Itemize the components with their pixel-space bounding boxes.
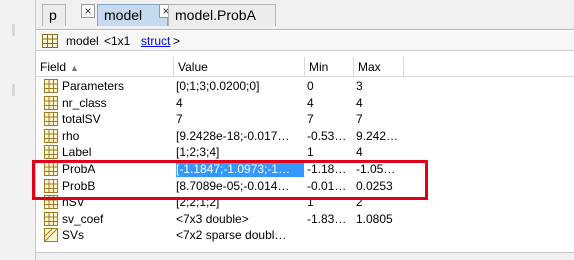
- table-row[interactable]: Label [1;2;3;4] 1 4: [36, 144, 574, 160]
- struct-grid-icon: [42, 34, 58, 48]
- scroll-marker: [12, 84, 15, 96]
- field-max: 9.242…: [356, 129, 399, 143]
- field-max: 4: [356, 96, 363, 110]
- table-row[interactable]: totalSV 7 7 7: [36, 111, 574, 127]
- column-header-value[interactable]: Value: [174, 57, 305, 77]
- column-header-field[interactable]: Field ▲: [36, 57, 174, 77]
- sparse-grid-icon: [44, 228, 58, 242]
- field-value: 7: [176, 112, 183, 126]
- field-min: -1.18…: [307, 162, 347, 176]
- field-min: -0.53…: [307, 129, 347, 143]
- grid-icon: [44, 145, 58, 159]
- column-header-max[interactable]: Max: [354, 57, 404, 77]
- field-name: totalSV: [62, 112, 101, 126]
- field-value: [9.2428e-18;-0.017…: [176, 129, 290, 143]
- field-min: 1: [307, 195, 314, 209]
- field-value: [8.7089e-05;-0.014…: [176, 179, 290, 193]
- field-min: 4: [307, 96, 314, 110]
- grid-icon: [44, 195, 58, 209]
- grid-icon: [44, 129, 58, 143]
- field-max: [356, 227, 403, 243]
- bottom-panel-edge: [36, 252, 574, 260]
- table-row[interactable]: nr_class 4 4 4: [36, 95, 574, 111]
- grid-icon: [44, 96, 58, 110]
- grid-icon: [44, 79, 58, 93]
- variable-size: <1x1: [104, 34, 131, 48]
- variable-name: model: [66, 34, 99, 48]
- field-min: -1.83…: [307, 212, 347, 226]
- field-name: Label: [62, 145, 92, 159]
- field-min: -0.01…: [307, 179, 347, 193]
- table-row[interactable]: ProbA [-1.1847;-1.0973;-1… -1.18… -1.05…: [36, 161, 574, 177]
- column-label: Max: [358, 60, 381, 74]
- field-max: 2: [356, 195, 363, 209]
- field-name: nr_class: [62, 96, 107, 110]
- table-row[interactable]: Parameters [0;1;3;0.0200;0] 0 3: [36, 78, 574, 94]
- tab-p[interactable]: p: [42, 4, 66, 26]
- left-panel-strip: [0, 0, 36, 260]
- field-name: Parameters: [62, 79, 125, 93]
- field-min: [307, 227, 353, 243]
- variable-size-close: >: [173, 34, 181, 48]
- table-row[interactable]: rho [9.2428e-18;-0.017… -0.53… 9.242…: [36, 128, 574, 144]
- table-header: Field ▲ Value Min Max: [36, 57, 574, 77]
- field-name: nSV: [62, 195, 85, 209]
- grid-icon: [44, 162, 58, 176]
- field-name: ProbB: [62, 179, 96, 193]
- sort-up-icon: ▲: [70, 63, 79, 73]
- field-max: 1.0805: [356, 212, 393, 226]
- table-row[interactable]: sv_coef <7x3 double> -1.83… 1.0805: [36, 211, 574, 227]
- field-name: sv_coef: [62, 212, 104, 226]
- grid-icon: [44, 212, 58, 226]
- field-value: 4: [176, 96, 183, 110]
- grid-icon: [44, 179, 58, 193]
- grid-icon: [44, 112, 58, 126]
- field-max: 7: [356, 112, 363, 126]
- field-max: -1.05…: [356, 162, 396, 176]
- field-min: 1: [307, 145, 314, 159]
- tab-label: model.ProbA: [175, 7, 256, 23]
- close-icon[interactable]: ×: [81, 4, 95, 18]
- field-max: 0.0253: [356, 179, 393, 193]
- table-row[interactable]: nSV [2;2;1;2] 1 2: [36, 194, 574, 210]
- field-max: 3: [356, 79, 363, 93]
- field-value: [0;1;3;0.0200;0]: [176, 79, 260, 93]
- variable-info-bar: model <1x1 struct >: [36, 31, 574, 51]
- scroll-marker: [12, 24, 15, 36]
- field-name: ProbA: [62, 162, 96, 176]
- field-value: [1;2;3;4]: [176, 145, 220, 159]
- tab-label: model: [104, 7, 143, 23]
- column-label: Field: [40, 60, 67, 74]
- field-value: <7x2 sparse doubl…: [176, 228, 287, 242]
- table-row[interactable]: SVs <7x2 sparse doubl…: [36, 227, 574, 243]
- field-value: [-1.1847;-1.0973;-1…: [176, 161, 304, 177]
- column-header-min[interactable]: Min: [305, 57, 354, 77]
- tab-label: p: [49, 7, 57, 23]
- struct-link[interactable]: struct: [141, 31, 170, 51]
- field-value: [2;2;1;2]: [176, 195, 220, 209]
- field-name: rho: [62, 129, 80, 143]
- field-min: 7: [307, 112, 314, 126]
- tab-model[interactable]: model: [97, 4, 168, 26]
- table-row[interactable]: ProbB [8.7089e-05;-0.014… -0.01… 0.0253: [36, 178, 574, 194]
- field-value: <7x3 double>: [176, 212, 249, 226]
- field-max: 4: [356, 145, 363, 159]
- field-min: 0: [307, 79, 314, 93]
- column-label: Min: [309, 60, 329, 74]
- column-label: Value: [178, 60, 208, 74]
- tab-bar: p × model × model.ProbA +: [36, 0, 574, 30]
- tab-model-proba[interactable]: model.ProbA: [168, 4, 276, 26]
- field-name: SVs: [62, 228, 85, 242]
